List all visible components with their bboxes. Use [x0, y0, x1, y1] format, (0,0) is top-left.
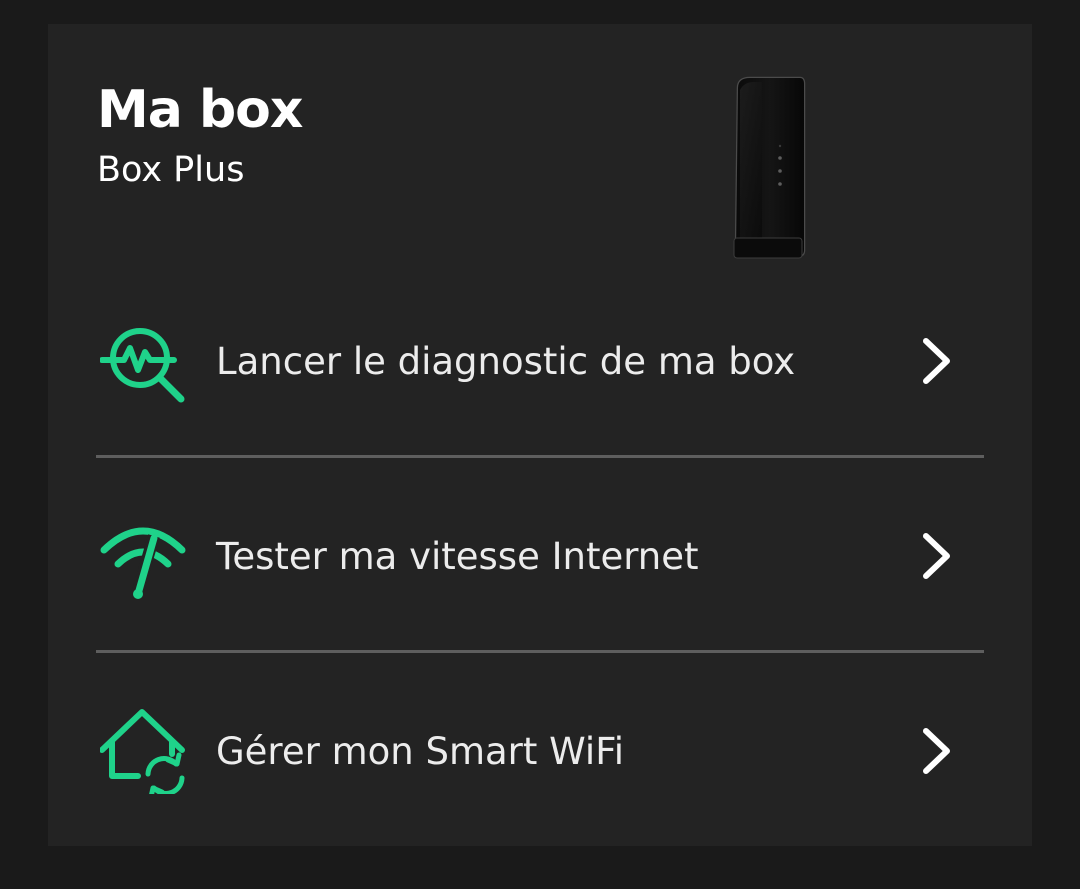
- divider: [96, 455, 984, 458]
- box-model-name: Box Plus: [97, 150, 245, 190]
- chevron-right-icon: [923, 338, 950, 384]
- wifi-speed-icon: [100, 527, 186, 599]
- diagnostic-label: Lancer le diagnostic de ma box: [216, 340, 796, 383]
- speed-test-button[interactable]: Tester ma vitesse Internet: [96, 482, 984, 632]
- chevron-right-icon: [923, 533, 950, 579]
- speed-test-label: Tester ma vitesse Internet: [216, 535, 699, 578]
- diagnostic-search-icon: [100, 328, 185, 403]
- diagnostic-button[interactable]: Lancer le diagnostic de ma box: [96, 287, 984, 437]
- smart-wifi-button[interactable]: Gérer mon Smart WiFi: [96, 676, 984, 826]
- smart-wifi-home-icon: [100, 709, 185, 794]
- page-title: Ma box: [97, 80, 303, 140]
- smart-wifi-label: Gérer mon Smart WiFi: [216, 730, 625, 773]
- chevron-right-icon: [923, 728, 950, 774]
- box-router-image: [733, 76, 806, 259]
- divider: [96, 650, 984, 653]
- box-card: Ma box Box Plus Lancer le diagnostic de …: [48, 24, 1032, 846]
